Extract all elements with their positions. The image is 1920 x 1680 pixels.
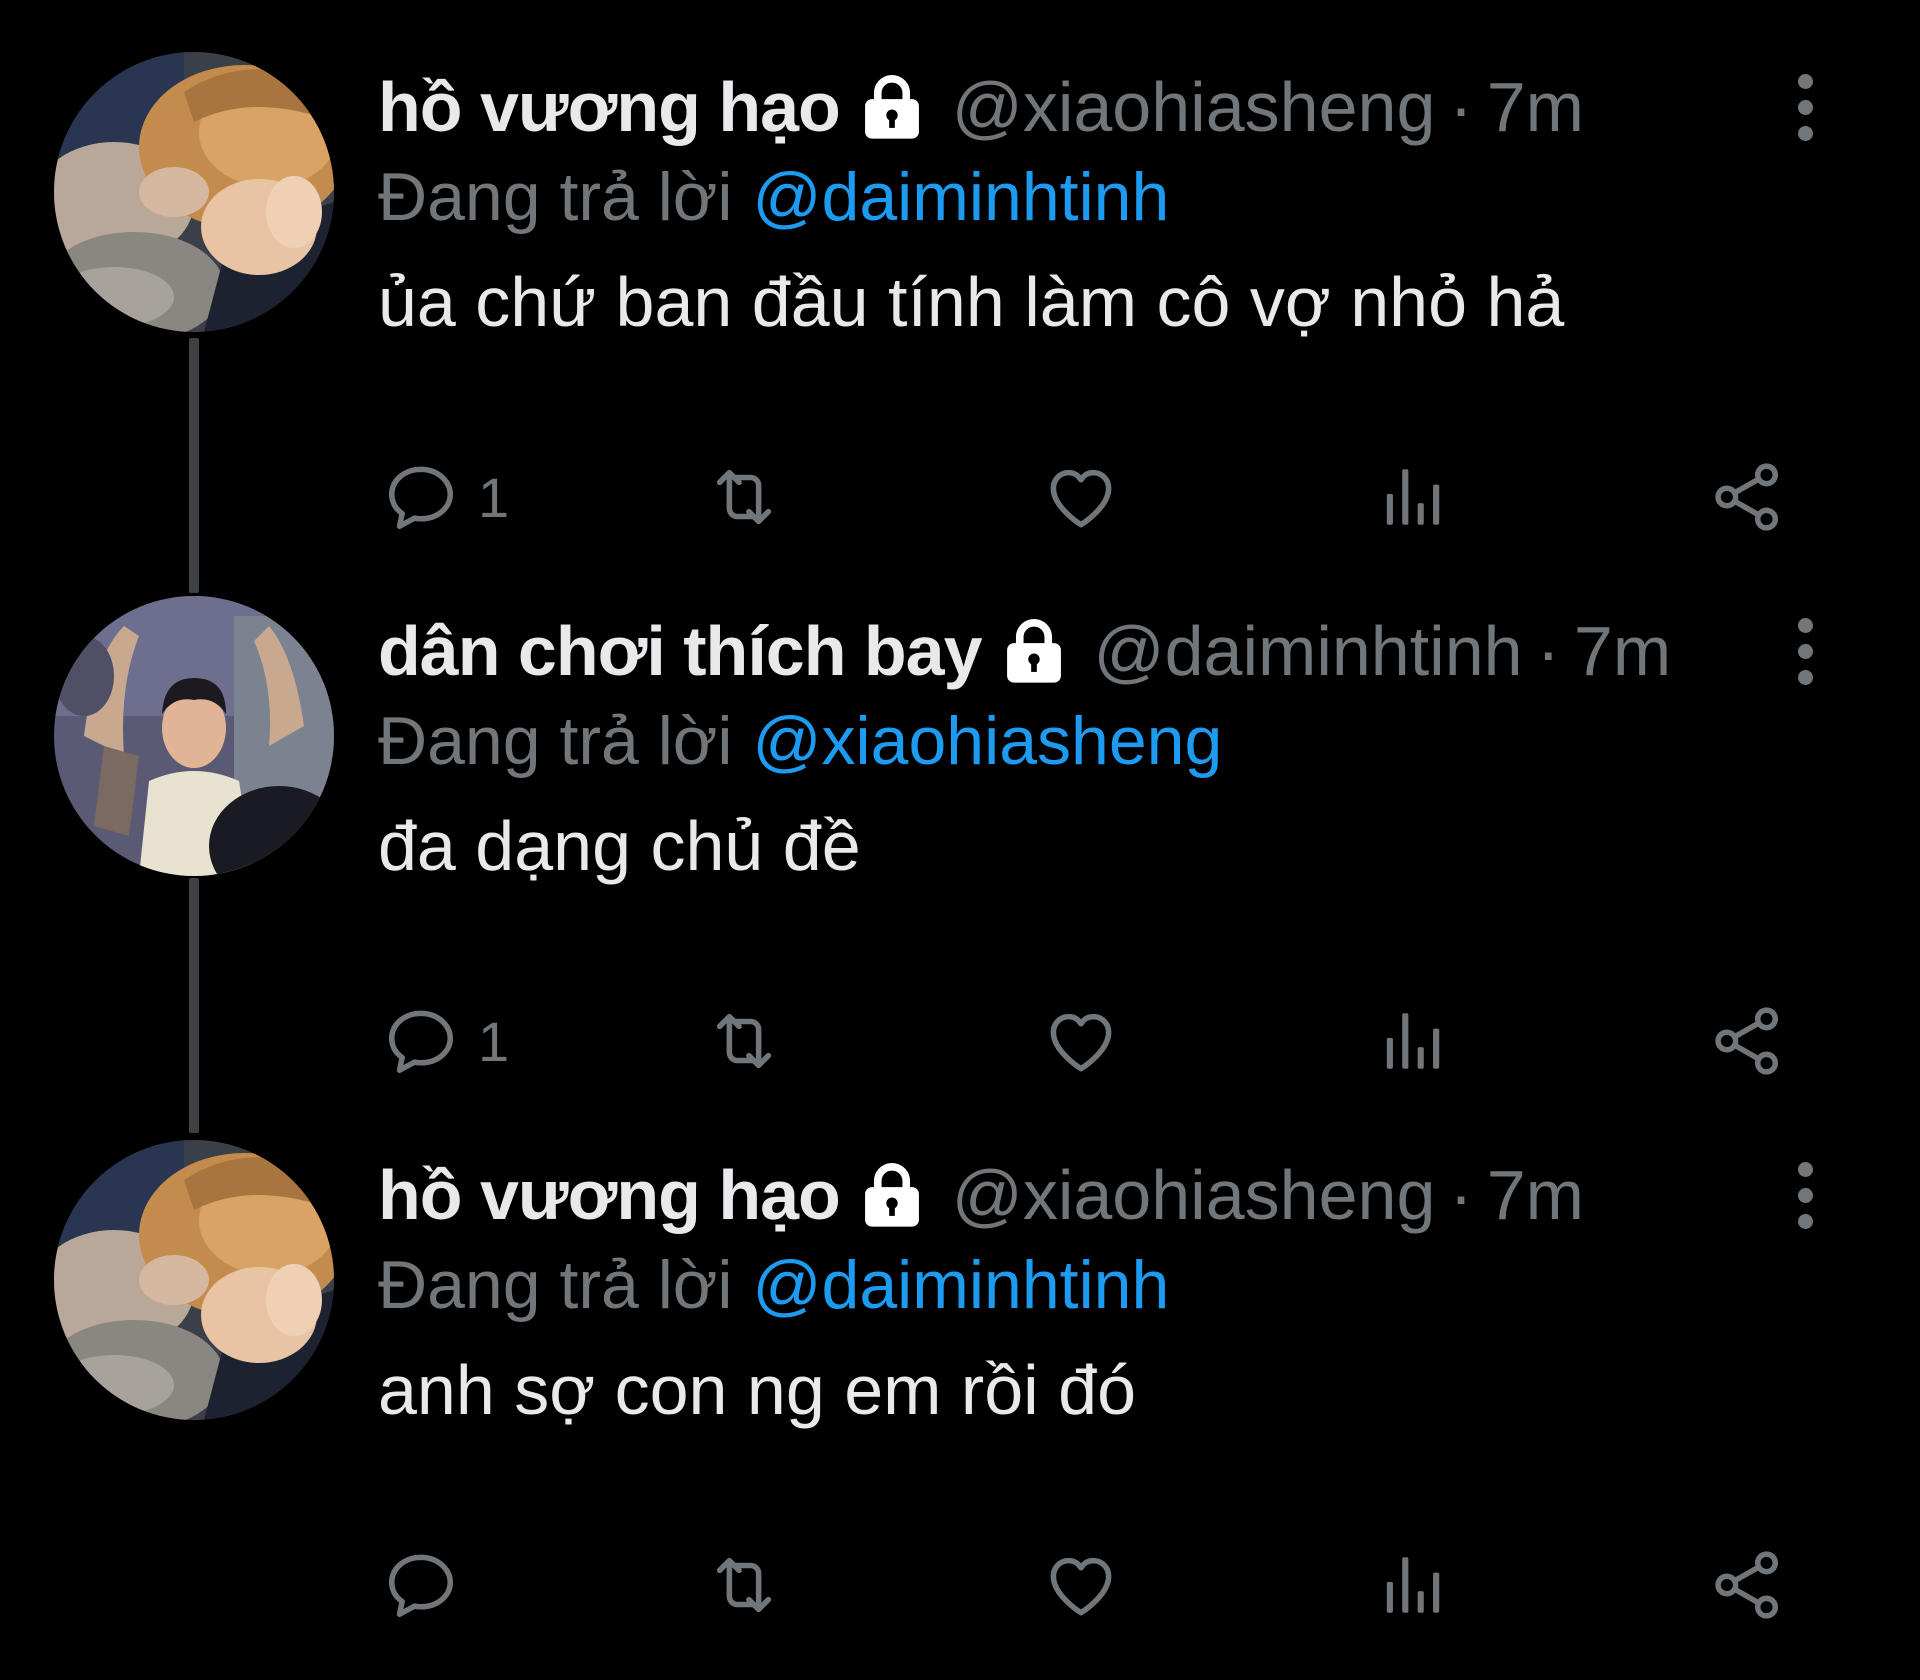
timestamp[interactable]: 7m bbox=[1487, 1155, 1584, 1235]
reply-button[interactable] bbox=[382, 1540, 478, 1630]
user-handle[interactable]: @daiminhtinh bbox=[1094, 611, 1523, 691]
tweet-header: hồ vương hạo @xiaohiasheng · 7m bbox=[378, 1150, 1584, 1240]
more-vertical-icon bbox=[1797, 1187, 1813, 1203]
replying-to-label: Đang trả lời bbox=[378, 159, 733, 235]
like-button[interactable] bbox=[1042, 452, 1120, 542]
replying-to-label: Đang trả lời bbox=[378, 703, 733, 779]
reply-icon bbox=[382, 1002, 460, 1080]
share-button[interactable] bbox=[1708, 1540, 1786, 1630]
user-handle[interactable]: @xiaohiasheng bbox=[952, 1155, 1436, 1235]
retweet-button[interactable] bbox=[705, 996, 783, 1086]
display-name[interactable]: dân chơi thích bay bbox=[378, 611, 983, 691]
more-vertical-icon bbox=[1797, 643, 1813, 659]
tweet-actions bbox=[378, 1540, 1798, 1630]
heart-icon bbox=[1042, 458, 1120, 536]
tweet[interactable]: dân chơi thích bay @daiminhtinh · 7m Đan… bbox=[0, 596, 1920, 1136]
tweet-text: ủa chứ ban đầu tính làm cô vợ nhỏ hả bbox=[378, 263, 1565, 341]
more-vertical-icon bbox=[1797, 125, 1813, 141]
separator: · bbox=[1449, 1156, 1473, 1234]
timestamp[interactable]: 7m bbox=[1487, 67, 1584, 147]
tweet-header: dân chơi thích bay @daiminhtinh · 7m bbox=[378, 606, 1671, 696]
views-button[interactable] bbox=[1376, 996, 1450, 1086]
more-options-button[interactable] bbox=[1770, 606, 1840, 696]
more-vertical-icon bbox=[1797, 669, 1813, 685]
separator: · bbox=[1449, 68, 1473, 146]
retweet-button[interactable] bbox=[705, 452, 783, 542]
retweet-icon bbox=[705, 1002, 783, 1080]
analytics-icon bbox=[1376, 460, 1450, 534]
heart-icon bbox=[1042, 1002, 1120, 1080]
more-vertical-icon bbox=[1797, 73, 1813, 89]
avatar[interactable] bbox=[54, 52, 334, 332]
retweet-icon bbox=[705, 1546, 783, 1624]
analytics-icon bbox=[1376, 1004, 1450, 1078]
share-icon bbox=[1708, 1546, 1786, 1624]
replying-to-handle-link[interactable]: @daiminhtinh bbox=[753, 158, 1170, 236]
more-vertical-icon bbox=[1797, 617, 1813, 633]
replying-to-handle-link[interactable]: @xiaohiasheng bbox=[753, 702, 1223, 780]
replying-to: Đang trả lời @daiminhtinh bbox=[378, 152, 1169, 242]
views-button[interactable] bbox=[1376, 452, 1450, 542]
heart-icon bbox=[1042, 1546, 1120, 1624]
tweet-text: đa dạng chủ đề bbox=[378, 807, 861, 885]
lock-icon bbox=[854, 1157, 930, 1233]
avatar[interactable] bbox=[54, 1140, 334, 1420]
retweet-button[interactable] bbox=[705, 1540, 783, 1630]
reply-button[interactable]: 1 bbox=[382, 996, 509, 1086]
tweet-actions: 1 bbox=[378, 996, 1798, 1086]
tweet-text: anh sợ con ng em rồi đó bbox=[378, 1351, 1137, 1429]
replying-to-label: Đang trả lời bbox=[378, 1247, 733, 1323]
share-button[interactable] bbox=[1708, 452, 1786, 542]
like-button[interactable] bbox=[1042, 996, 1120, 1086]
tweet-header: hồ vương hạo @xiaohiasheng · 7m bbox=[378, 62, 1584, 152]
tweet-actions: 1 bbox=[378, 452, 1798, 542]
replying-to: Đang trả lời @daiminhtinh bbox=[378, 1240, 1169, 1330]
reply-count: 1 bbox=[478, 465, 510, 529]
display-name[interactable]: hồ vương hạo bbox=[378, 1155, 841, 1235]
reply-icon bbox=[382, 1546, 460, 1624]
more-vertical-icon bbox=[1797, 1161, 1813, 1177]
share-icon bbox=[1708, 1002, 1786, 1080]
retweet-icon bbox=[705, 458, 783, 536]
lock-icon bbox=[854, 69, 930, 145]
reply-count: 1 bbox=[478, 1009, 510, 1073]
tweet-thread: hồ vương hạo @xiaohiasheng · 7m Đang trả… bbox=[0, 0, 1920, 1630]
like-button[interactable] bbox=[1042, 1540, 1120, 1630]
replying-to: Đang trả lời @xiaohiasheng bbox=[378, 696, 1222, 786]
more-options-button[interactable] bbox=[1770, 1150, 1840, 1240]
timestamp[interactable]: 7m bbox=[1574, 611, 1671, 691]
tweet[interactable]: hồ vương hạo @xiaohiasheng · 7m Đang trả… bbox=[0, 1140, 1920, 1680]
more-vertical-icon bbox=[1797, 1213, 1813, 1229]
lock-icon bbox=[996, 613, 1072, 689]
tweet[interactable]: hồ vương hạo @xiaohiasheng · 7m Đang trả… bbox=[0, 52, 1920, 592]
views-button[interactable] bbox=[1376, 1540, 1450, 1630]
display-name[interactable]: hồ vương hạo bbox=[378, 67, 841, 147]
separator: · bbox=[1536, 612, 1560, 690]
analytics-icon bbox=[1376, 1548, 1450, 1622]
avatar[interactable] bbox=[54, 596, 334, 876]
share-button[interactable] bbox=[1708, 996, 1786, 1086]
user-handle[interactable]: @xiaohiasheng bbox=[952, 67, 1436, 147]
share-icon bbox=[1708, 458, 1786, 536]
more-vertical-icon bbox=[1797, 99, 1813, 115]
reply-icon bbox=[382, 458, 460, 536]
more-options-button[interactable] bbox=[1770, 62, 1840, 152]
reply-button[interactable]: 1 bbox=[382, 452, 509, 542]
replying-to-handle-link[interactable]: @daiminhtinh bbox=[753, 1246, 1170, 1324]
